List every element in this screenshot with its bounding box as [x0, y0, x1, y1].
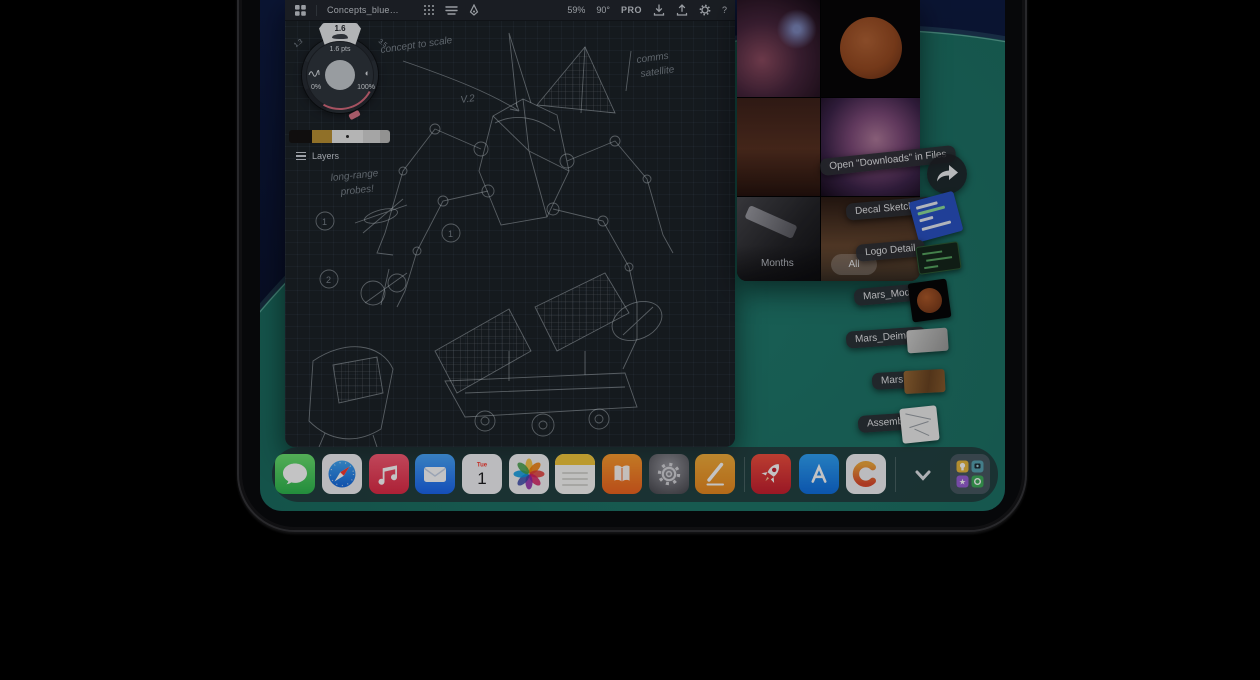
envelope-icon	[424, 467, 446, 482]
drag-item-logo-detail[interactable]: Logo Detail	[855, 239, 925, 262]
calendar-day-number: 1	[477, 469, 486, 488]
dock-icon-messages[interactable]	[275, 454, 315, 494]
thumbnail-logo-detail	[915, 241, 961, 275]
thumbnail-assembly	[899, 405, 939, 444]
dock: Tue 1	[272, 447, 998, 502]
dock-collapse-chevron[interactable]	[911, 463, 935, 487]
calendar-day-name: Tue	[477, 463, 488, 469]
svg-text:★: ★	[959, 478, 966, 487]
drag-and-drop-layer: Open “Downloads” in Files Decal Sketches…	[260, 0, 1005, 511]
product-shot-background: Concepts_blue… 59% 90° PRO	[0, 0, 1260, 680]
dock-icon-calendar[interactable]: Tue 1	[462, 454, 502, 494]
thumbnail-mars	[903, 369, 945, 394]
dock-icon-app-library[interactable]: ★	[950, 454, 990, 494]
dock-icon-app-store[interactable]	[799, 454, 839, 494]
dock-divider-2	[895, 457, 896, 492]
share-button[interactable]	[927, 154, 967, 194]
dock-icon-pages[interactable]	[695, 454, 735, 494]
dock-icon-photos[interactable]	[509, 454, 549, 494]
thumbnail-mars-deimos	[906, 328, 949, 354]
ipad-screen: Concepts_blue… 59% 90° PRO	[260, 0, 1005, 511]
notes-header-band	[555, 454, 595, 465]
thumbnail-mars-model	[907, 278, 951, 322]
dock-divider	[744, 457, 745, 492]
dock-icon-mail[interactable]	[415, 454, 455, 494]
dock-icon-notes[interactable]	[555, 454, 595, 494]
dock-icon-music[interactable]	[369, 454, 409, 494]
dock-icon-rocket[interactable]	[751, 454, 791, 494]
chevron-down-icon	[911, 463, 935, 487]
dock-icon-books[interactable]	[602, 454, 642, 494]
dock-icon-concepts[interactable]	[846, 454, 886, 494]
dock-icon-safari[interactable]	[322, 454, 362, 494]
forward-arrow-icon	[936, 165, 958, 183]
dock-icon-settings[interactable]	[649, 454, 689, 494]
